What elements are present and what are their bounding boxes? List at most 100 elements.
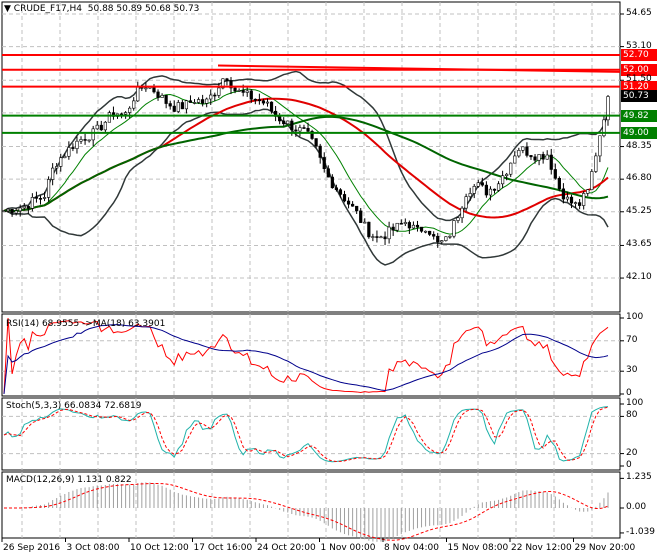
candle-body	[590, 171, 594, 191]
candle-body	[91, 128, 95, 141]
y-tick-label: 43.65	[626, 239, 652, 250]
candle-body	[67, 147, 71, 157]
candle-body	[464, 196, 468, 209]
candle-body	[241, 90, 245, 93]
candle-body	[565, 196, 570, 200]
candle-body	[10, 208, 14, 214]
candle-body	[415, 224, 420, 228]
candle-body	[144, 87, 148, 90]
macd-signal-line	[3, 482, 609, 541]
candle-body	[26, 206, 30, 209]
candle-body	[582, 193, 586, 206]
candle-body	[436, 235, 440, 243]
candle-body	[314, 138, 318, 147]
candle-body	[573, 202, 578, 204]
candle-body	[541, 154, 545, 160]
candle-body	[176, 102, 180, 112]
candle-body	[225, 78, 229, 82]
x-tick-label: 3 Oct 08:00	[66, 543, 120, 553]
candle-body	[2, 210, 6, 213]
candle-body	[569, 196, 574, 204]
current-price-tag: 50.73	[621, 90, 657, 103]
candle-body	[472, 186, 476, 194]
candle-body	[282, 120, 286, 125]
candle-body	[30, 197, 34, 209]
candle-body	[521, 146, 525, 151]
rsi-line	[3, 317, 609, 395]
candle-body	[586, 189, 590, 194]
candle-body	[38, 198, 43, 200]
y-tick-label: 0.00	[626, 502, 647, 512]
candle-body	[501, 175, 505, 185]
candle-body	[578, 202, 582, 206]
candle-body	[505, 173, 509, 176]
bollinger-upper	[3, 70, 609, 222]
candle-body	[496, 183, 501, 191]
y-tick-label: 45.25	[626, 205, 652, 216]
y-tick-label: 53.10	[626, 40, 652, 51]
candle-body	[322, 157, 326, 170]
candle-body	[444, 236, 448, 241]
candle-body	[513, 155, 517, 164]
candle-body	[351, 203, 355, 207]
candle-body	[196, 99, 201, 103]
candle-body	[338, 189, 343, 195]
candle-body	[71, 147, 75, 149]
candle-body	[407, 222, 411, 229]
candle-body	[428, 230, 432, 235]
candle-body	[217, 87, 221, 96]
candle-body	[209, 94, 213, 100]
candle-body	[440, 240, 444, 243]
y-tick-label: 51.50	[626, 74, 652, 85]
candle-body	[371, 236, 375, 238]
candle-body	[403, 222, 407, 225]
candle-body	[46, 179, 51, 198]
y-tick-label: 1.235	[626, 472, 652, 483]
y-tick-label: 20	[626, 447, 638, 458]
y-tick-label: 0	[626, 460, 632, 470]
symbol-label: CRUDE_F17,H4	[13, 4, 83, 14]
candle-body	[75, 140, 79, 149]
candle-body	[529, 155, 533, 158]
x-tick-label: 29 Nov 20:00	[574, 543, 636, 553]
candle-body	[545, 154, 549, 160]
candle-body	[257, 99, 261, 102]
candle-body	[391, 226, 395, 231]
candle-body	[63, 155, 67, 159]
level-tag: 49.82	[621, 109, 657, 122]
candle-body	[460, 207, 464, 219]
candle-body	[419, 226, 424, 232]
candle-body	[342, 194, 347, 202]
symbol-header: ▼ CRUDE_F17,H4 50.88 50.89 50.68 50.73	[4, 4, 200, 14]
candle-body	[107, 112, 111, 123]
candle-body	[79, 139, 83, 142]
x-tick-label: 8 Nov 04:00	[384, 543, 439, 553]
candle-body	[330, 176, 334, 189]
candle-body	[164, 95, 168, 104]
macd-title: MACD(12,26,9) 1.131 0.822	[6, 475, 132, 485]
candle-body	[318, 145, 322, 158]
candle-body	[363, 221, 367, 224]
candle-body	[132, 100, 136, 109]
candle-body	[205, 98, 209, 104]
candle-body	[306, 127, 310, 132]
candle-body	[468, 193, 472, 197]
candle-body	[517, 150, 521, 157]
candle-body	[83, 139, 87, 141]
candle-body	[492, 188, 497, 191]
candle-body	[172, 105, 176, 112]
y-tick-label: 46.80	[626, 173, 652, 184]
x-tick-label: 15 Nov 08:00	[447, 543, 509, 553]
candle-body	[359, 210, 363, 223]
candle-body	[383, 236, 387, 240]
ohlc-values: 50.88 50.89 50.68 50.73	[87, 4, 200, 14]
y-tick-label: 100	[626, 398, 644, 408]
candle-body	[537, 154, 541, 161]
candle-body	[326, 168, 330, 178]
chart-window[interactable]: ▼ CRUDE_F17,H4 50.88 50.89 50.68 50.73 R…	[0, 0, 660, 560]
candle-body	[286, 120, 290, 125]
candle-body	[261, 100, 266, 104]
y-tick-label: 48.35	[626, 140, 652, 151]
y-tick-label: 54.65	[626, 8, 652, 18]
x-tick-label: 22 Nov 12:00	[511, 543, 572, 553]
